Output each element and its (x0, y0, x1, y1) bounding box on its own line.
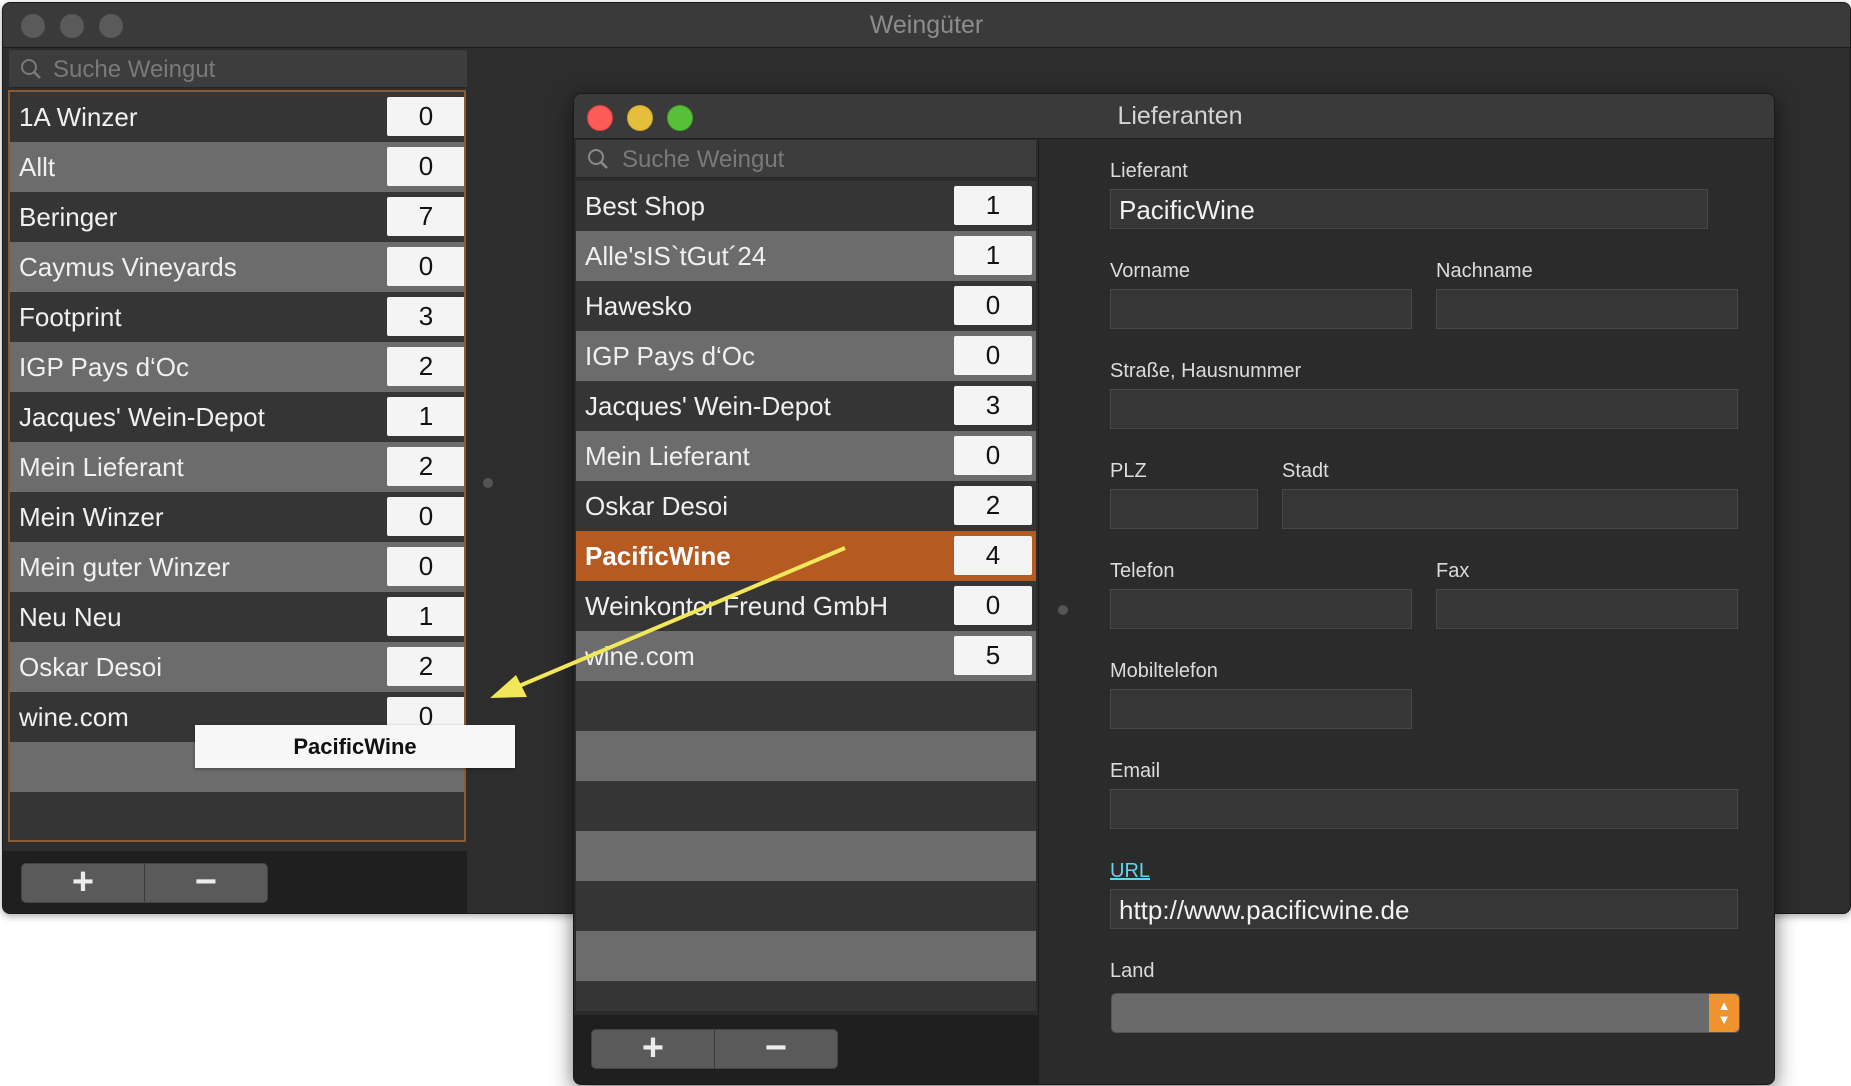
drag-arrow-icon (490, 546, 846, 698)
